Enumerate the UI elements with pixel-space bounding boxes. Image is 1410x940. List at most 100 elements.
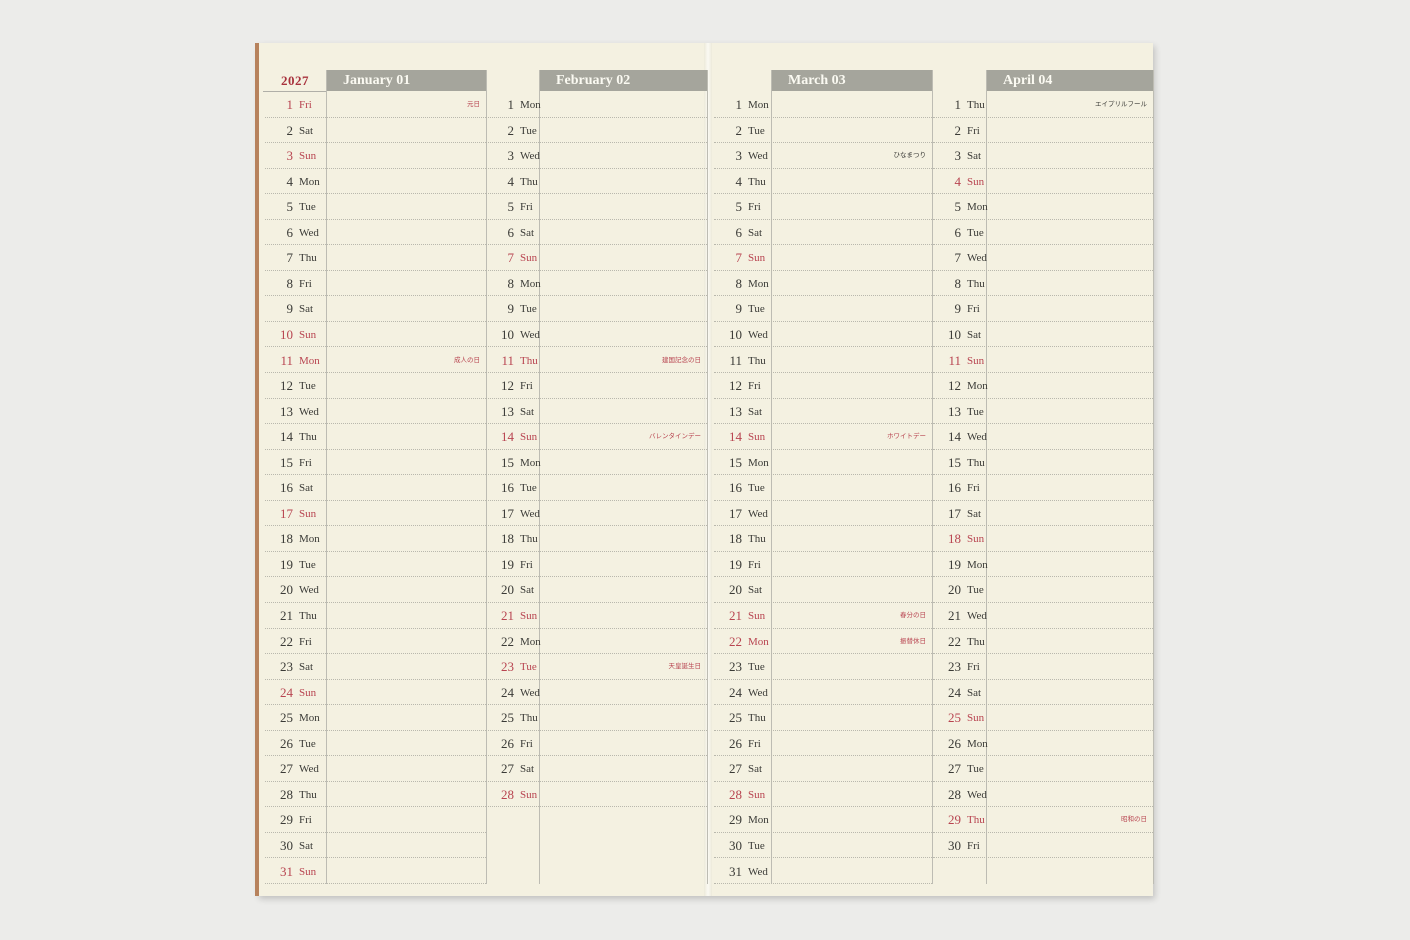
day-row[interactable]: 11 Mon 成人の日 — [265, 348, 486, 374]
day-row[interactable]: 21 Thu — [265, 603, 486, 629]
day-row[interactable]: 24 Sun — [265, 680, 486, 706]
day-row[interactable]: 25 Thu — [486, 705, 707, 731]
day-row[interactable]: 10 Wed — [486, 322, 707, 348]
day-row[interactable]: 2 Tue — [714, 118, 932, 144]
day-row[interactable]: 7 Wed — [933, 245, 1153, 271]
day-row[interactable]: 17 Wed — [486, 501, 707, 527]
day-row[interactable]: 5 Mon — [933, 194, 1153, 220]
day-row[interactable]: 6 Wed — [265, 220, 486, 246]
day-row[interactable]: 22 Thu — [933, 629, 1153, 655]
day-row[interactable]: 16 Fri — [933, 475, 1153, 501]
day-row[interactable]: 14 Sun ホワイトデー — [714, 424, 932, 450]
day-row[interactable]: 12 Fri — [486, 373, 707, 399]
day-row[interactable]: 1 Mon — [486, 92, 707, 118]
day-row[interactable]: 30 Fri — [933, 833, 1153, 859]
day-row[interactable]: 1 Thu エイプリルフール — [933, 92, 1153, 118]
day-row[interactable]: 29 Mon — [714, 807, 932, 833]
day-row[interactable]: 19 Tue — [265, 552, 486, 578]
day-row[interactable]: 25 Sun — [933, 705, 1153, 731]
day-row[interactable]: 2 Tue — [486, 118, 707, 144]
day-row[interactable]: 28 Sun — [486, 782, 707, 808]
day-row[interactable]: 9 Fri — [933, 296, 1153, 322]
day-row[interactable]: 29 Fri — [265, 807, 486, 833]
day-row[interactable]: 13 Sat — [714, 399, 932, 425]
day-row[interactable]: 12 Mon — [933, 373, 1153, 399]
day-row[interactable]: 11 Sun — [933, 348, 1153, 374]
day-row[interactable]: 6 Sat — [714, 220, 932, 246]
day-row[interactable]: 9 Sat — [265, 296, 486, 322]
day-row[interactable]: 22 Mon — [486, 629, 707, 655]
day-row[interactable]: 3 Sat — [933, 143, 1153, 169]
day-row[interactable]: 19 Mon — [933, 552, 1153, 578]
day-row[interactable]: 17 Sat — [933, 501, 1153, 527]
day-row[interactable]: 11 Thu — [714, 348, 932, 374]
day-row[interactable]: 14 Sun バレンタインデー — [486, 424, 707, 450]
day-row[interactable]: 20 Tue — [933, 577, 1153, 603]
day-row[interactable]: 8 Mon — [486, 271, 707, 297]
day-row[interactable]: 26 Fri — [486, 731, 707, 757]
day-row[interactable]: 28 Wed — [933, 782, 1153, 808]
day-row[interactable]: 30 Tue — [714, 833, 932, 859]
day-row[interactable]: 19 Fri — [714, 552, 932, 578]
day-row[interactable]: 5 Fri — [486, 194, 707, 220]
day-row[interactable]: 13 Sat — [486, 399, 707, 425]
day-row[interactable]: 8 Mon — [714, 271, 932, 297]
day-row[interactable]: 7 Sun — [486, 245, 707, 271]
day-row[interactable]: 10 Wed — [714, 322, 932, 348]
day-row[interactable]: 16 Tue — [714, 475, 932, 501]
day-row[interactable]: 4 Sun — [933, 169, 1153, 195]
day-row[interactable]: 3 Wed ひなまつり — [714, 143, 932, 169]
day-row[interactable]: 21 Wed — [933, 603, 1153, 629]
day-row[interactable]: 12 Tue — [265, 373, 486, 399]
day-row[interactable]: 1 Fri 元日 — [265, 92, 486, 118]
day-row[interactable]: 23 Sat — [265, 654, 486, 680]
day-row[interactable]: 31 Wed — [714, 859, 932, 885]
day-row[interactable]: 23 Tue 天皇誕生日 — [486, 654, 707, 680]
day-row[interactable]: 17 Sun — [265, 501, 486, 527]
day-row[interactable]: 5 Tue — [265, 194, 486, 220]
day-row[interactable]: 3 Sun — [265, 143, 486, 169]
day-row[interactable]: 6 Tue — [933, 220, 1153, 246]
day-row[interactable]: 19 Fri — [486, 552, 707, 578]
day-row[interactable]: 21 Sun 春分の日 — [714, 603, 932, 629]
day-row[interactable]: 26 Tue — [265, 731, 486, 757]
day-row[interactable]: 6 Sat — [486, 220, 707, 246]
day-row[interactable]: 9 Tue — [486, 296, 707, 322]
day-row[interactable]: 15 Fri — [265, 450, 486, 476]
day-row[interactable]: 3 Wed — [486, 143, 707, 169]
day-row[interactable]: 21 Sun — [486, 603, 707, 629]
day-row[interactable]: 5 Fri — [714, 194, 932, 220]
day-row[interactable]: 27 Sat — [486, 756, 707, 782]
day-row[interactable]: 2 Sat — [265, 118, 486, 144]
day-row[interactable]: 20 Sat — [486, 577, 707, 603]
day-row[interactable]: 8 Thu — [933, 271, 1153, 297]
day-row[interactable]: 27 Tue — [933, 756, 1153, 782]
day-row[interactable]: 27 Sat — [714, 756, 932, 782]
day-row[interactable]: 25 Mon — [265, 705, 486, 731]
day-row[interactable]: 12 Fri — [714, 373, 932, 399]
day-row[interactable]: 8 Fri — [265, 271, 486, 297]
day-row[interactable]: 15 Thu — [933, 450, 1153, 476]
day-row[interactable]: 16 Sat — [265, 475, 486, 501]
day-row[interactable]: 10 Sat — [933, 322, 1153, 348]
day-row[interactable]: 4 Thu — [486, 169, 707, 195]
day-row[interactable]: 9 Tue — [714, 296, 932, 322]
day-row[interactable]: 11 Thu 建国記念の日 — [486, 348, 707, 374]
day-row[interactable]: 26 Mon — [933, 731, 1153, 757]
day-row[interactable]: 23 Tue — [714, 654, 932, 680]
day-row[interactable]: 28 Sun — [714, 782, 932, 808]
day-row[interactable]: 20 Wed — [265, 577, 486, 603]
day-row[interactable]: 22 Mon 振替休日 — [714, 629, 932, 655]
day-row[interactable]: 4 Thu — [714, 169, 932, 195]
day-row[interactable]: 31 Sun — [265, 859, 486, 885]
day-row[interactable]: 15 Mon — [486, 450, 707, 476]
day-row[interactable]: 24 Sat — [933, 680, 1153, 706]
day-row[interactable]: 28 Thu — [265, 782, 486, 808]
day-row[interactable]: 25 Thu — [714, 705, 932, 731]
day-row[interactable]: 1 Mon — [714, 92, 932, 118]
day-row[interactable]: 29 Thu 昭和の日 — [933, 807, 1153, 833]
day-row[interactable]: 18 Sun — [933, 526, 1153, 552]
day-row[interactable]: 16 Tue — [486, 475, 707, 501]
day-row[interactable]: 27 Wed — [265, 756, 486, 782]
day-row[interactable]: 2 Fri — [933, 118, 1153, 144]
